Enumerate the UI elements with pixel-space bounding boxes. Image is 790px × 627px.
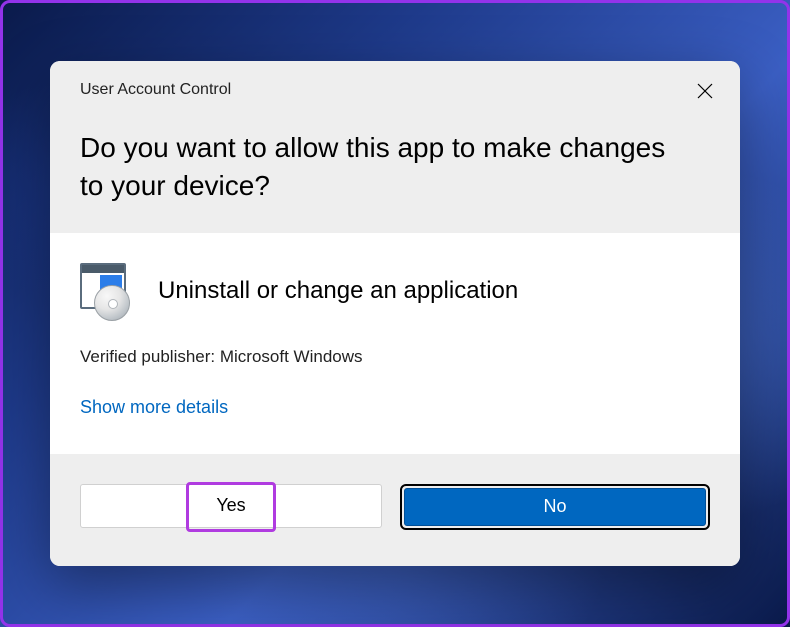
- publisher-line: Verified publisher: Microsoft Windows: [80, 347, 710, 367]
- yes-button-container: Yes: [80, 484, 382, 530]
- uac-dialog: User Account Control Do you want to allo…: [50, 61, 740, 566]
- yes-button[interactable]: Yes: [80, 484, 382, 528]
- dialog-footer: Yes No: [50, 454, 740, 566]
- no-button[interactable]: No: [404, 488, 706, 526]
- show-more-details-link[interactable]: Show more details: [80, 397, 228, 418]
- close-icon: [697, 83, 713, 102]
- uninstaller-icon: [80, 263, 136, 319]
- app-row: Uninstall or change an application: [80, 263, 710, 319]
- no-button-container: No: [400, 484, 710, 530]
- dialog-question: Do you want to allow this app to make ch…: [80, 129, 710, 205]
- dialog-title: User Account Control: [80, 81, 710, 99]
- close-button[interactable]: [692, 79, 718, 105]
- app-name: Uninstall or change an application: [158, 277, 518, 305]
- dialog-header: User Account Control Do you want to allo…: [50, 61, 740, 233]
- dialog-body: Uninstall or change an application Verif…: [50, 233, 740, 454]
